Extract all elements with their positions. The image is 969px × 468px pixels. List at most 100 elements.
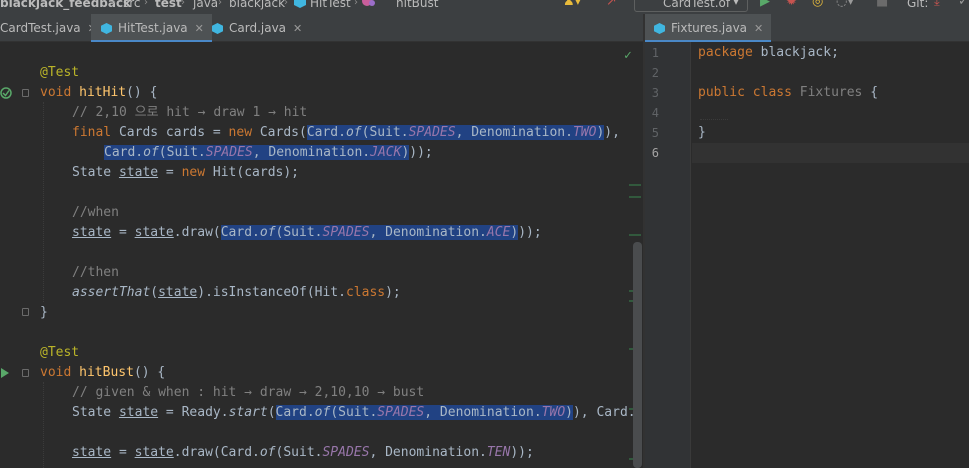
indent-guide [43,382,44,468]
static-field: ACE [486,225,511,240]
code-line: state = state.draw(Card.of(Suit.SPADES, … [72,225,542,240]
close-icon[interactable]: ✕ [754,22,763,35]
tab-label: CardTest.java [0,21,81,35]
code-text: blackjack; [752,45,839,60]
code-text: of [259,445,276,460]
breadcrumb-package[interactable]: blackjack [229,0,285,10]
scrollbar-marker[interactable] [629,234,641,236]
code-text: Card. [306,125,346,140]
breadcrumb-file[interactable]: HitTest [310,0,351,10]
code-line: State state = Ready.start(Card.of(Suit.S… [72,405,636,420]
breadcrumb-method[interactable]: hitBust [396,0,438,10]
breadcrumb-java[interactable]: java [193,0,218,10]
code-text: (Suit. [275,225,323,240]
keyword: final [72,125,112,140]
run-test-icon[interactable] [0,367,10,379]
stop-icon[interactable]: ■ [876,0,888,9]
code-line: package blackjack; [698,43,839,63]
code-text: )); [510,445,534,460]
code-text: , Denomination. [424,405,542,420]
code-text: Cards cards = [111,125,229,140]
inspection-ok-icon: ✓ [624,48,632,63]
keyword: void [40,85,72,100]
code-text: ); [385,285,401,300]
git-commit-icon[interactable]: ✓ [958,0,969,9]
tab-hittest[interactable]: HitTest.java ✕ [91,14,212,43]
code-text: } [698,125,706,140]
code-text: = Ready. [158,405,229,420]
code-text: Cards( [252,125,307,140]
java-class-icon [101,22,112,34]
code-line: void hitHit() { [40,83,157,103]
code-text: (Suit. [158,145,206,160]
breadcrumb-src[interactable]: src [123,0,141,10]
comment: //when [72,205,119,220]
code-text: = [111,225,135,240]
code-line: // given & when : hit → draw → 2,10,10 →… [72,383,424,403]
left-editor-tabs: CardTest.java ✕ HitTest.java ✕ Card.java… [0,14,643,43]
vertical-scrollbar[interactable] [633,242,642,468]
indent-guide [43,102,44,302]
tab-card[interactable]: Card.java ✕ [203,14,310,42]
reassigned-variable: state [118,165,159,180]
code-line: public class Fixtures { [698,83,878,103]
code-text: Card. [104,145,144,160]
code-text: assertThat [72,285,151,300]
keyword: public [698,85,745,100]
code-text: ).isInstanceOf(Hit. [197,285,346,300]
tab-label: Card.java [229,21,287,35]
hammer-icon[interactable]: ↗ [606,0,617,9]
code-line: // 2,10 으로 hit → draw 1 → hit [72,103,307,123]
code-text: of [259,225,276,240]
static-field: JACK [370,145,402,160]
debug-icon[interactable]: ✹ [786,0,797,9]
scrollbar-marker[interactable] [629,184,641,186]
user-icon[interactable]: ♟▾ [563,0,581,9]
reassigned-variable: state [72,225,112,240]
code-text: (Suit. [330,405,378,420]
run-configuration-select[interactable]: CardTest.of ▾ [634,0,748,12]
right-editor-tabs: Fixtures.java ✕ [645,14,969,43]
code-line: } [698,123,706,143]
code-text: , Denomination. [369,445,487,460]
test-passed-icon[interactable] [0,87,12,99]
code-text: , Denomination. [369,225,487,240]
fold-marker-icon[interactable] [22,369,29,377]
coverage-icon[interactable]: ◎ [812,0,823,9]
code-text: () { [126,85,158,100]
keyword: class [345,285,386,300]
keyword: package [698,45,753,60]
static-field: TEN [486,445,511,460]
run-icon[interactable]: ▶ [760,0,770,9]
reassigned-variable: state [72,445,112,460]
annotation: @Test [40,345,80,360]
close-icon[interactable]: ✕ [293,22,302,35]
left-editor[interactable]: ✓ @Test void hitHit() { // 2,10 으로 hit →… [0,42,643,468]
static-field: SPADES [322,445,370,460]
profiler-icon[interactable]: ◌▾ [836,0,854,9]
keyword: new [181,165,206,180]
code-line: void hitBust() { [40,363,165,383]
java-class-icon [654,22,665,34]
fold-marker-icon[interactable] [22,89,29,97]
scrollbar-marker[interactable] [629,196,641,198]
breadcrumb-separator: › [218,0,222,8]
fold-marker-icon[interactable] [22,308,29,316]
tab-fixtures[interactable]: Fixtures.java ✕ [645,14,772,43]
line-number: 4 [651,106,659,120]
class-name: Fixtures [791,85,863,100]
code-line: Card.of(Suit.SPADES, Denomination.JACK))… [104,145,433,160]
code-text: .draw(Card. [173,445,260,460]
code-line: assertThat(state).isInstanceOf(Hit.class… [72,283,401,303]
breadcrumb-test[interactable]: test [155,0,182,10]
keyword: void [40,365,72,380]
tab-cardtest[interactable]: CardTest.java ✕ [0,14,105,42]
current-line-highlight [692,143,969,163]
git-update-icon[interactable]: ⤓ [934,0,940,9]
code-text: of [143,145,159,160]
code-text: , Denomination. [455,125,573,140]
breadcrumb-separator: › [284,0,288,8]
code-text: ( [150,285,159,300]
right-editor[interactable]: 1 2 3 4 5 6 package blackjack; public cl… [645,42,969,468]
method-name: hitHit [79,85,127,100]
